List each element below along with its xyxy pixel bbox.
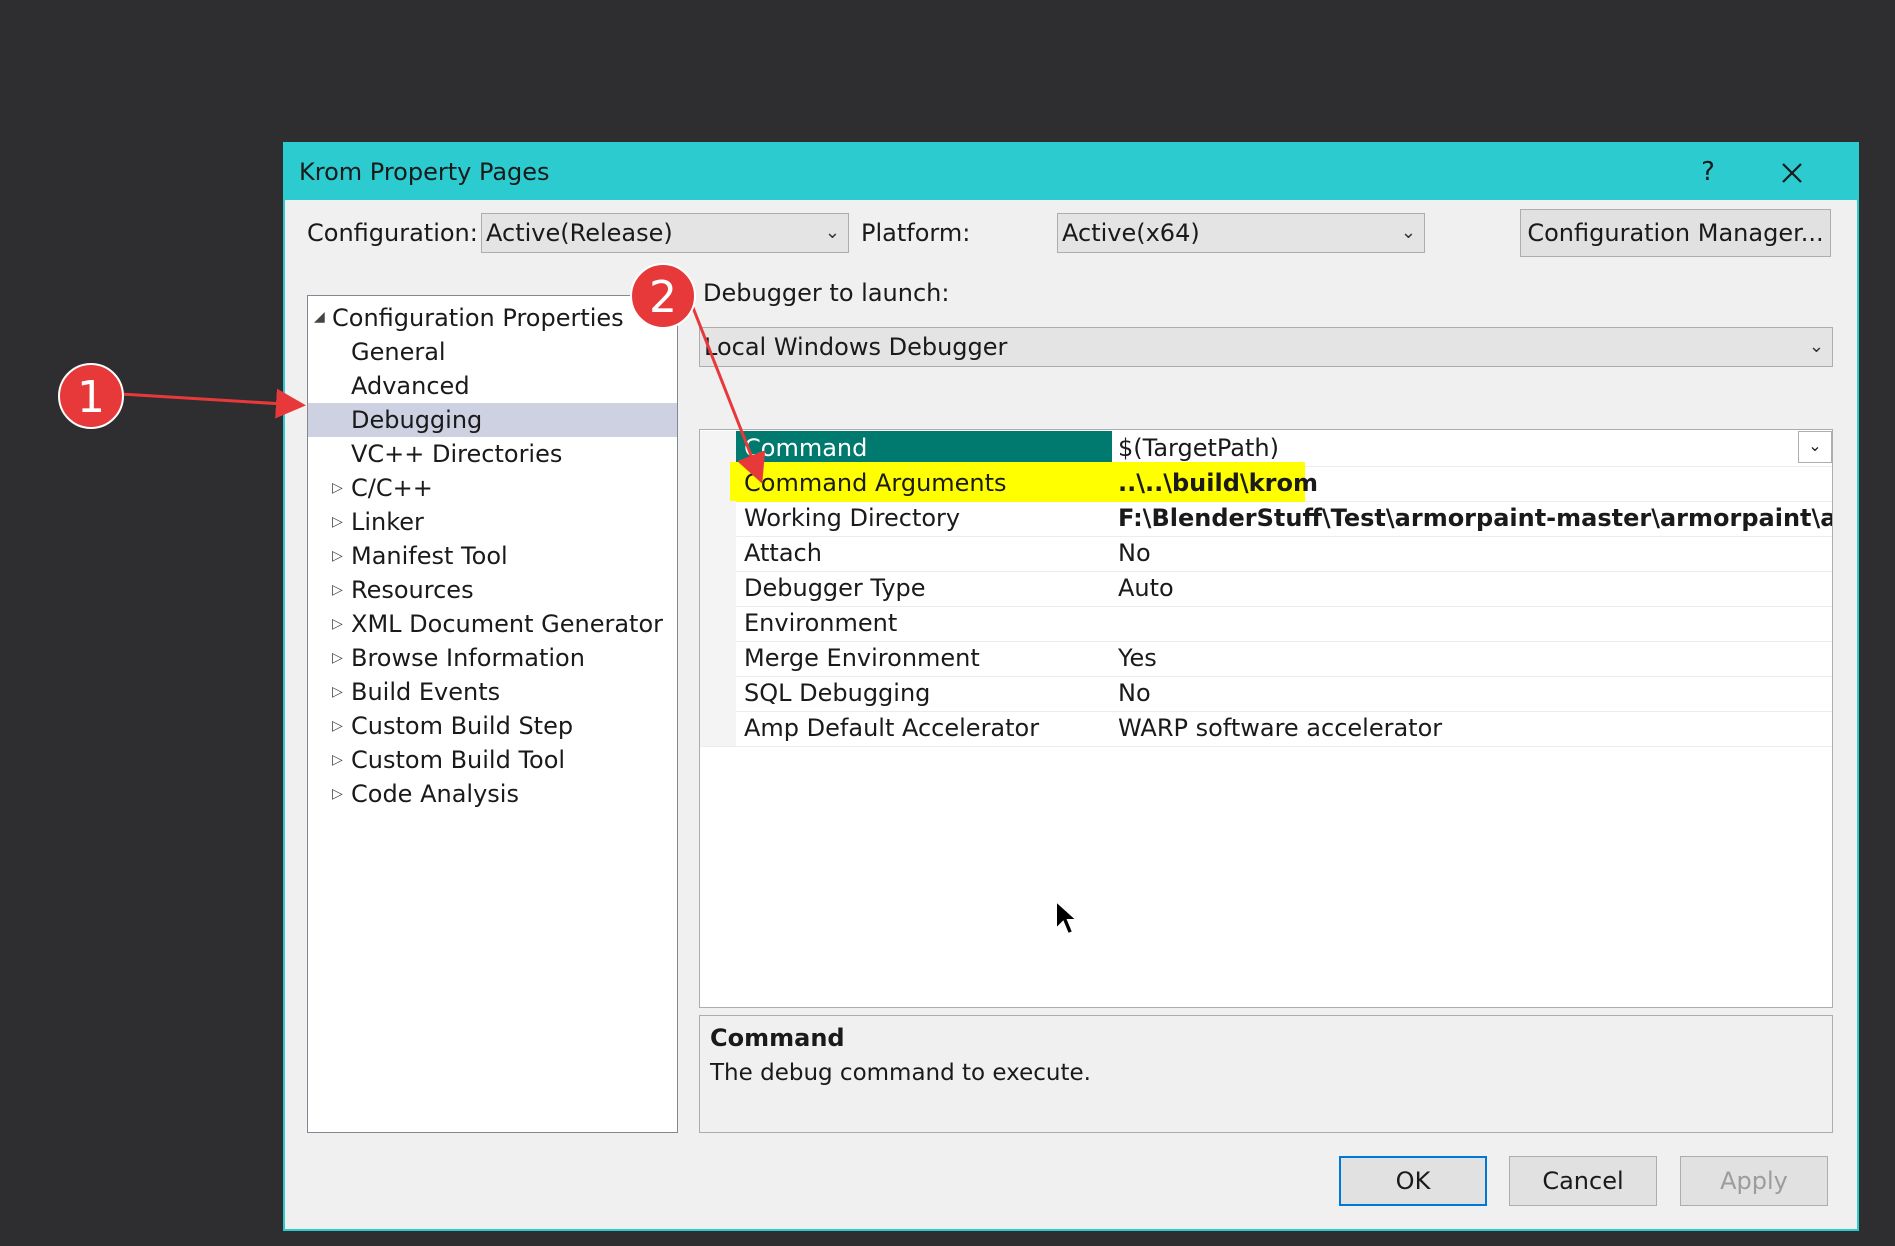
annotation-arrow-1 [119, 388, 306, 419]
annotation-arrows [119, 299, 766, 484]
mouse-cursor-icon [1055, 899, 1080, 936]
annotation-badge-2: 2 [630, 263, 696, 329]
annotation-arrow-2 [688, 299, 766, 484]
annotation-badge-1: 1 [58, 363, 124, 429]
